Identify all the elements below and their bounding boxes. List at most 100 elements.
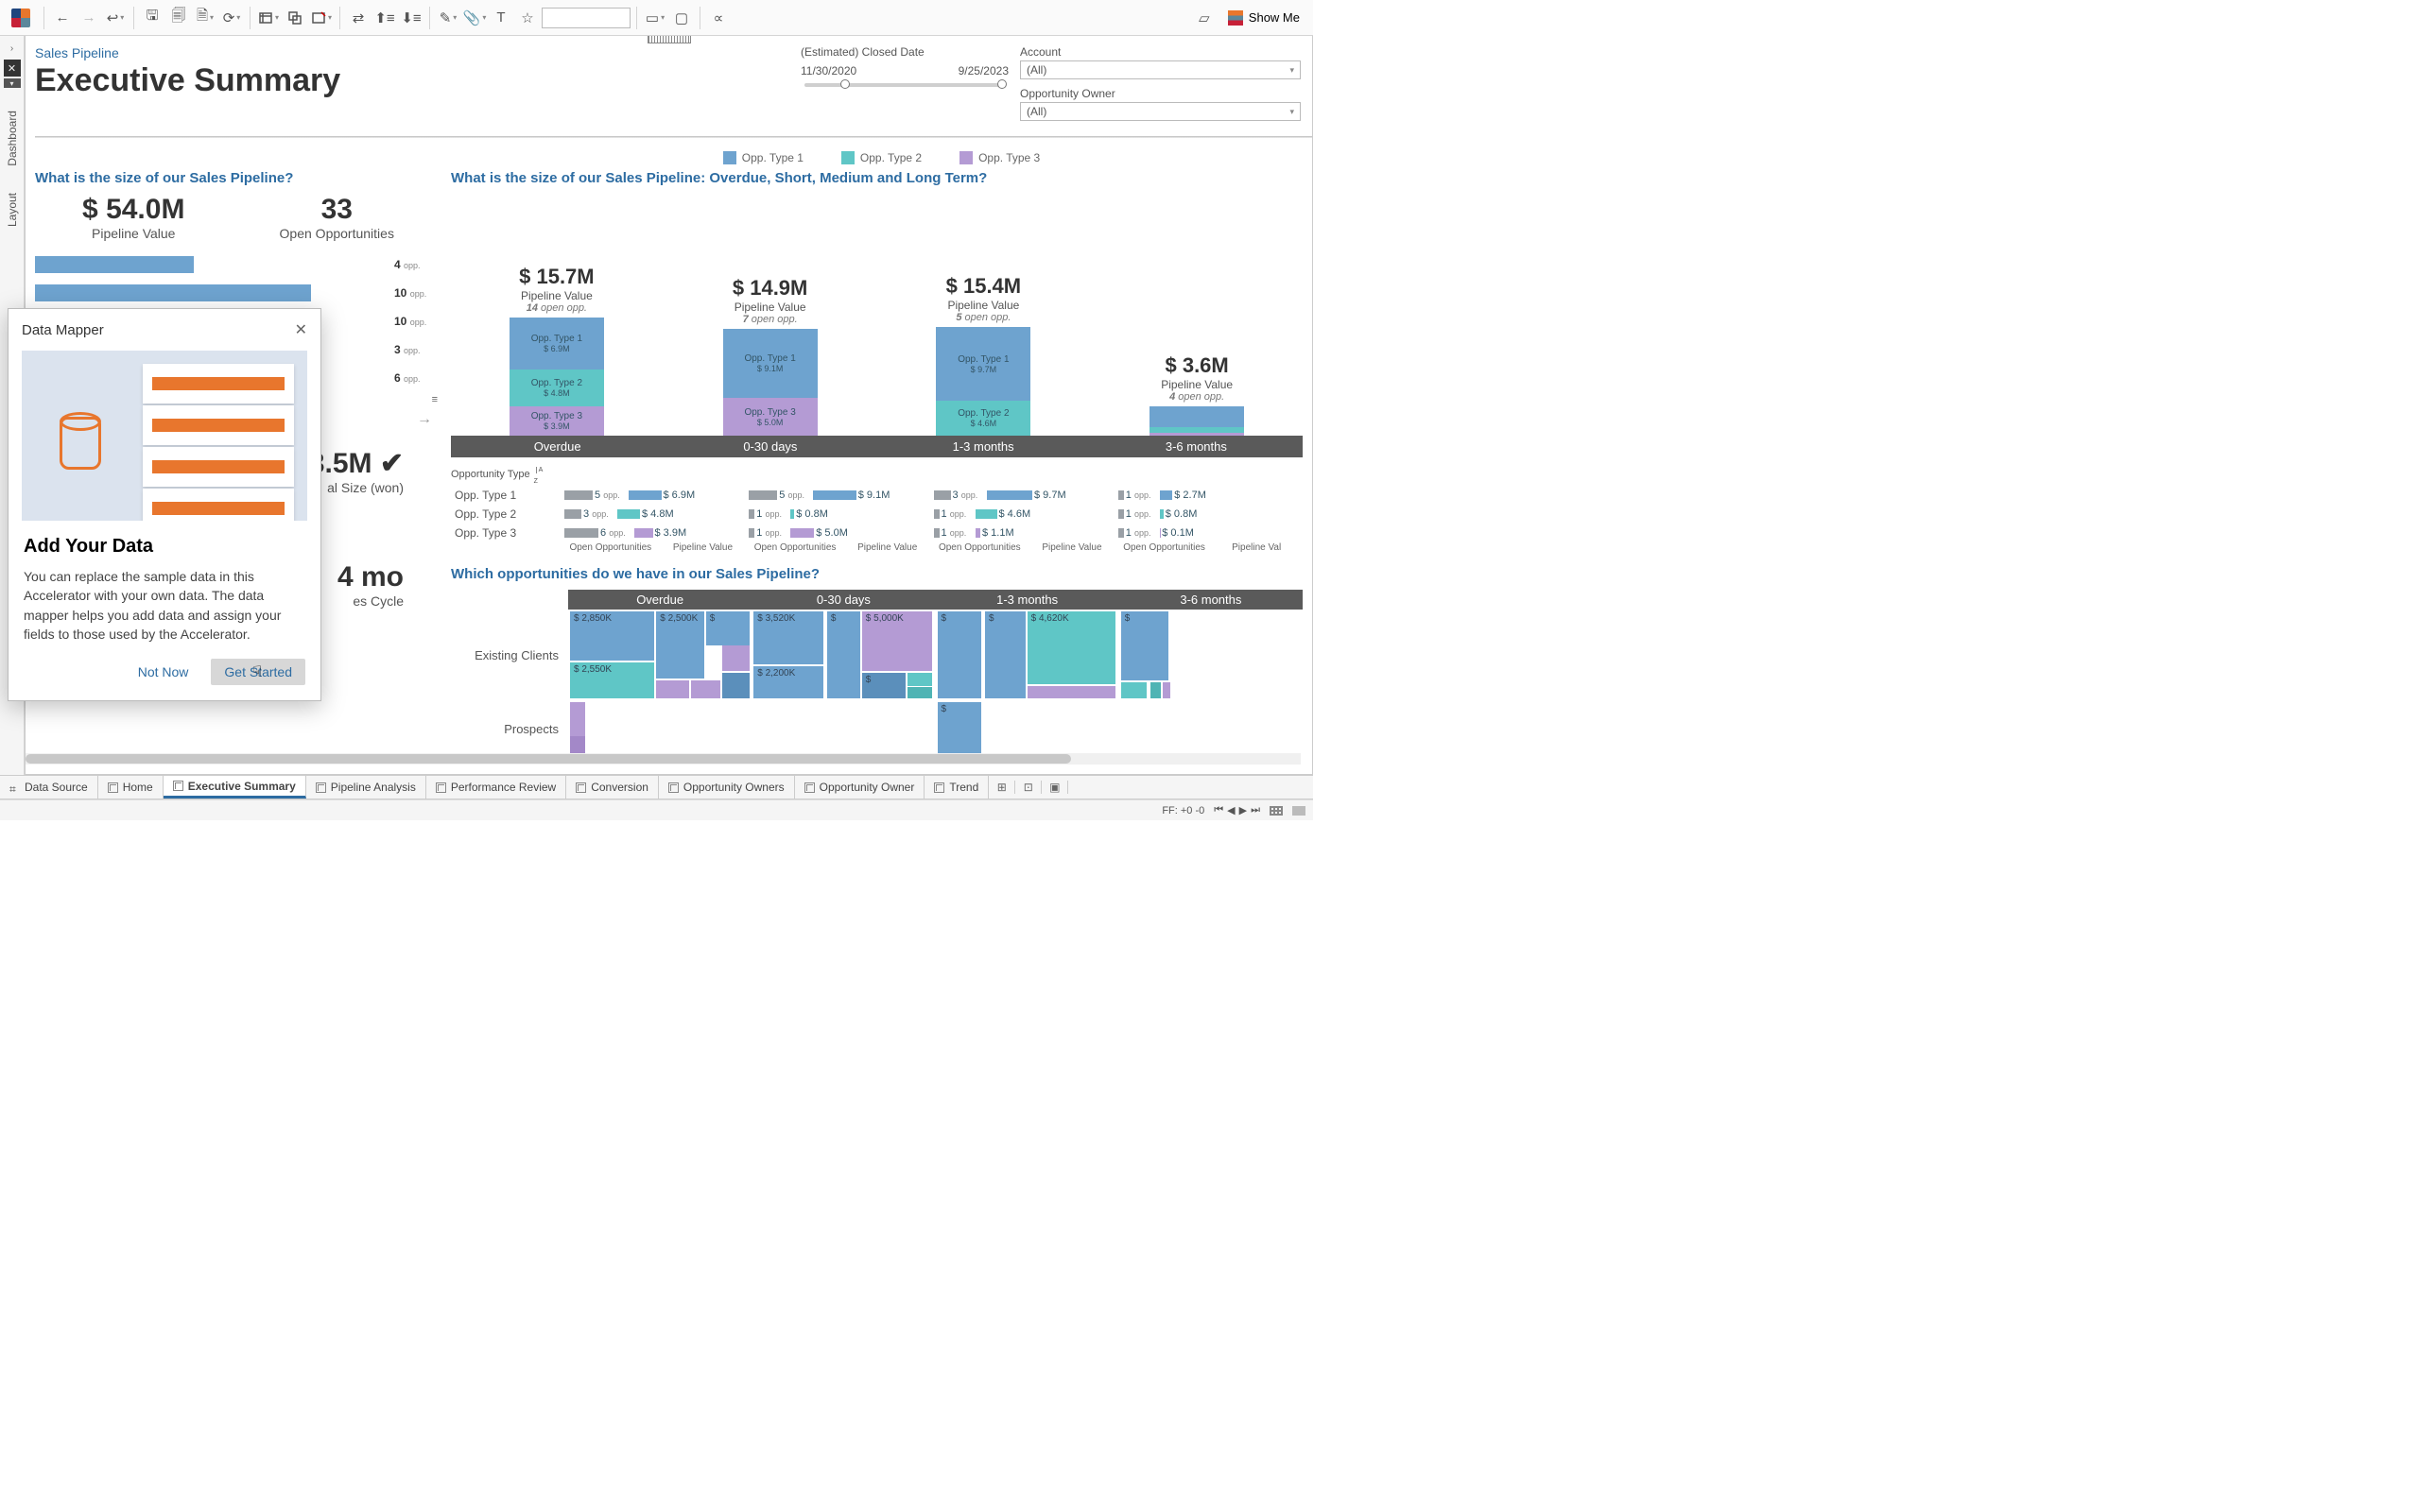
text-button[interactable]: T xyxy=(489,6,513,30)
account-filter-select[interactable]: (All) xyxy=(1020,60,1301,79)
tab-data-source[interactable]: Data Source xyxy=(0,776,98,799)
attach-button[interactable]: 📎 xyxy=(462,6,487,30)
sheet-tab[interactable]: Home xyxy=(98,776,164,799)
date-slider[interactable] xyxy=(804,83,1005,87)
sheet-tabs: Data Source HomeExecutive SummaryPipelin… xyxy=(0,775,1313,799)
owner-filter-select[interactable]: (All) xyxy=(1020,102,1301,121)
top-toolbar: ← → ↩ 🖫 🗐 🗎 ⟳ ⇄ ⬆≡ ⬇≡ ✎ 📎 T ☆ ▭ ▢ ∝ ▱ Sh… xyxy=(0,0,1313,36)
sheet-tab[interactable]: Conversion xyxy=(566,776,659,799)
date-from: 11/30/2020 xyxy=(801,64,856,77)
pin-button[interactable]: ☆ xyxy=(515,6,540,30)
show-me-button[interactable]: Show Me xyxy=(1219,10,1309,26)
kpi-open-opp-value: 33 xyxy=(280,194,394,226)
tree-header: Overdue0-30 days1-3 months3-6 months xyxy=(568,590,1303,610)
tab-layout[interactable]: Layout xyxy=(6,180,19,240)
breadcrumb[interactable]: Sales Pipeline xyxy=(35,45,801,60)
show-me-icon xyxy=(1228,10,1243,26)
status-nav[interactable]: ⏮◀▶⏭ xyxy=(1214,804,1260,816)
close-panel-button[interactable]: ✕ xyxy=(4,60,21,77)
kpi-pipeline-value: $ 54.0M xyxy=(82,194,184,226)
undo-history-button[interactable]: ↩ xyxy=(103,6,128,30)
sheet-tab[interactable]: Performance Review xyxy=(426,776,566,799)
dialog-title: Data Mapper xyxy=(22,322,104,338)
h-scrollbar[interactable] xyxy=(26,753,1301,765)
column-axis: Overdue0-30 days1-3 months3-6 months xyxy=(451,436,1303,457)
tab-dashboard[interactable]: Dashboard xyxy=(6,97,19,180)
page-title: Executive Summary xyxy=(35,62,801,99)
legend-swatch-type1-icon xyxy=(723,151,736,164)
sheet-icon xyxy=(804,782,815,793)
tree-row-label: Prospects xyxy=(451,700,568,757)
sheet-icon xyxy=(316,782,326,793)
sheet-icon xyxy=(436,782,446,793)
new-worksheet-button[interactable] xyxy=(256,6,281,30)
presentation-button[interactable]: ▢ xyxy=(669,6,694,30)
refresh-button[interactable]: ⟳ xyxy=(219,6,244,30)
sort-asc-button[interactable]: ⬆≡ xyxy=(372,6,397,30)
sort-desc-button[interactable]: ⬇≡ xyxy=(399,6,424,30)
sheet-icon xyxy=(668,782,679,793)
slider-thumb-end[interactable] xyxy=(997,79,1007,89)
clear-button[interactable] xyxy=(309,6,334,30)
tree-row-prospects[interactable]: Prospects $ xyxy=(451,700,1303,757)
mini-table[interactable]: Opportunity Type Opp. Type 15 opp. $ 6.9… xyxy=(451,463,1303,553)
sheet-tab[interactable]: Pipeline Analysis xyxy=(306,776,426,799)
legend-swatch-type3-icon xyxy=(959,151,973,164)
not-now-button[interactable]: Not Now xyxy=(125,659,202,685)
new-dashboard-tab-button[interactable]: ⊡ xyxy=(1015,781,1042,794)
forward-button[interactable]: → xyxy=(77,6,101,30)
menu-icon[interactable]: ≡ xyxy=(432,394,436,405)
data-source-icon xyxy=(9,782,20,793)
sheet-icon xyxy=(576,782,586,793)
connect-data-button[interactable]: 🗎 xyxy=(193,6,217,30)
toolbar-search-input[interactable] xyxy=(542,8,631,28)
left-section-title: What is the size of our Sales Pipeline? xyxy=(35,170,441,186)
dialog-body-text: You can replace the sample data in this … xyxy=(24,567,305,644)
legend-label: Opp. Type 1 xyxy=(742,151,804,164)
panel-menu-button[interactable]: ▾ xyxy=(4,78,21,88)
tree-row-existing[interactable]: Existing Clients $ 2,850K $ 2,500K $ $ 2… xyxy=(451,610,1303,700)
data-mapper-dialog: Data Mapper ✕ Add Your Data You can repl… xyxy=(8,308,321,701)
account-filter-label: Account xyxy=(1020,45,1301,59)
view-grid-icon[interactable] xyxy=(1270,806,1283,816)
status-bar: FF: +0 -0 ⏮◀▶⏭ xyxy=(0,799,1313,820)
dialog-close-button[interactable]: ✕ xyxy=(295,320,307,339)
kpi-pipeline-label: Pipeline Value xyxy=(82,226,184,241)
swap-button[interactable]: ⇄ xyxy=(346,6,371,30)
tree-section-title: Which opportunities do we have in our Sa… xyxy=(451,566,1303,582)
sheet-tab[interactable]: Trend xyxy=(925,776,989,799)
back-button[interactable]: ← xyxy=(50,6,75,30)
new-story-tab-button[interactable]: ▣ xyxy=(1042,781,1068,794)
sheet-tab[interactable]: Opportunity Owners xyxy=(659,776,795,799)
duplicate-button[interactable] xyxy=(283,6,307,30)
expand-panel-button[interactable]: › xyxy=(10,43,13,54)
legend-label: Opp. Type 3 xyxy=(978,151,1040,164)
show-me-label: Show Me xyxy=(1249,10,1300,25)
view-film-icon[interactable] xyxy=(1292,806,1305,816)
sheet-icon xyxy=(173,781,183,791)
sheet-tab[interactable]: Opportunity Owner xyxy=(795,776,925,799)
share-button[interactable]: ∝ xyxy=(706,6,731,30)
mini-table-header: Opportunity Type xyxy=(451,469,530,480)
date-filter-label: (Estimated) Closed Date xyxy=(801,45,1009,59)
guide-button[interactable]: ▱ xyxy=(1192,6,1217,30)
save-button[interactable]: 🖫 xyxy=(140,6,164,30)
sheet-tab[interactable]: Executive Summary xyxy=(164,776,306,799)
dialog-illustration xyxy=(22,351,307,521)
tree-row-label: Existing Clients xyxy=(451,610,568,700)
sort-icon[interactable] xyxy=(534,463,544,486)
tableau-logo-icon xyxy=(11,9,30,27)
new-worksheet-tab-button[interactable]: ⊞ xyxy=(989,781,1015,794)
dialog-heading: Add Your Data xyxy=(24,536,305,558)
slider-thumb-start[interactable] xyxy=(840,79,850,89)
new-data-button[interactable]: 🗐 xyxy=(166,6,191,30)
kpi-open-opp-label: Open Opportunities xyxy=(280,226,394,241)
fit-button[interactable]: ▭ xyxy=(643,6,667,30)
date-filter[interactable]: (Estimated) Closed Date 11/30/2020 9/25/… xyxy=(801,45,1009,93)
stacked-columns-chart[interactable]: $ 15.7MPipeline Value14 open opp.Opp. Ty… xyxy=(451,247,1303,436)
date-to: 9/25/2023 xyxy=(959,64,1009,77)
highlight-button[interactable]: ✎ xyxy=(436,6,460,30)
legend: Opp. Type 1 Opp. Type 2 Opp. Type 3 xyxy=(35,151,1312,164)
right-section-title: What is the size of our Sales Pipeline: … xyxy=(451,170,1303,186)
get-started-button[interactable]: Get Started xyxy=(211,659,305,685)
